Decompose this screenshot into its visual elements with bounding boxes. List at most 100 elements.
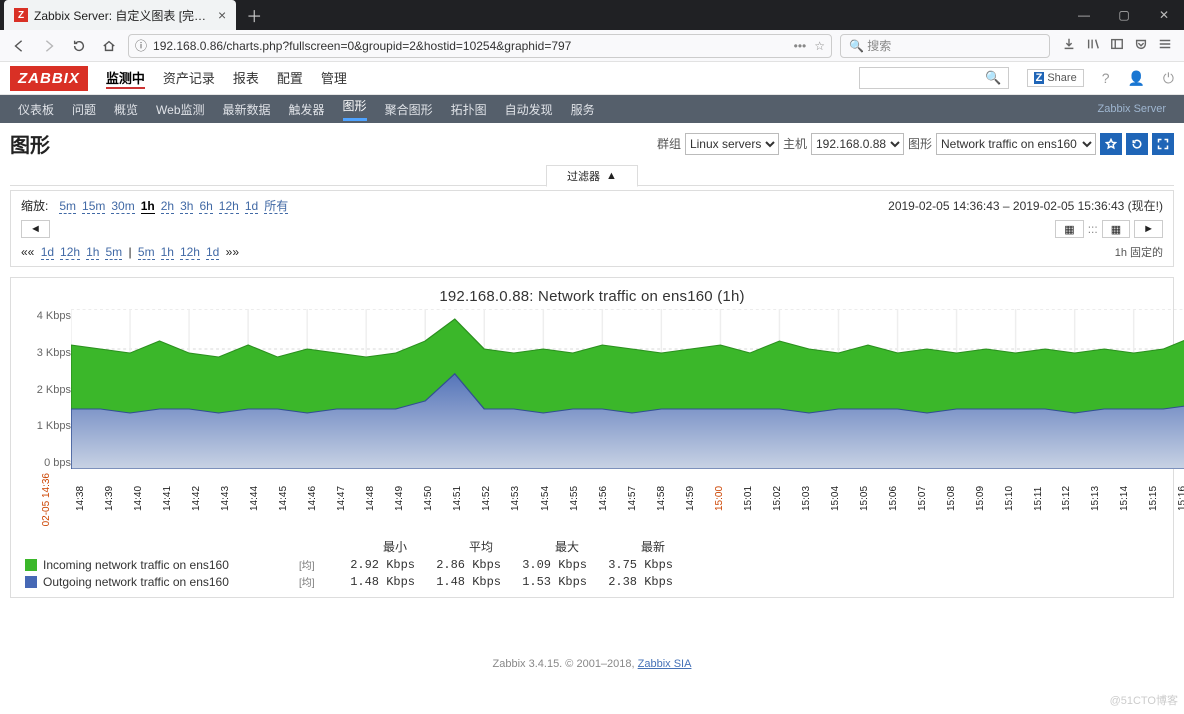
sidebar-icon[interactable] (1110, 37, 1124, 54)
url-text: 192.168.0.86/charts.php?fullscreen=0&gro… (153, 39, 788, 53)
zoom-link[interactable]: 12h (219, 199, 239, 214)
zabbix-search[interactable]: 🔍 (859, 67, 1009, 89)
address-bar[interactable]: ⓘ 192.168.0.86/charts.php?fullscreen=0&g… (128, 34, 832, 58)
more-icon[interactable]: ••• (794, 39, 807, 53)
favorite-button[interactable] (1100, 133, 1122, 155)
time-shift-links: «« 1d12h1h5m | 5m1h12h1d »» (21, 245, 239, 259)
nav-secondary-item[interactable]: 聚合图形 (385, 101, 433, 118)
host-select[interactable]: 192.168.0.88 (811, 133, 904, 155)
server-label: Zabbix Server (1098, 103, 1166, 115)
time-next-button[interactable]: ► (1134, 220, 1163, 238)
power-icon[interactable]: ⏻ (1163, 70, 1174, 87)
info-icon[interactable]: ⓘ (135, 37, 147, 54)
zoom-link[interactable]: 2h (161, 199, 174, 214)
zoom-link[interactable]: 15m (82, 199, 105, 214)
chart-title: 192.168.0.88: Network traffic on ens160 … (21, 288, 1163, 305)
zoom-link[interactable]: 30m (111, 199, 134, 214)
browser-tab[interactable]: Z Zabbix Server: 自定义图表 [完… × (4, 0, 236, 30)
nav-secondary-item[interactable]: 仪表板 (18, 101, 54, 118)
chart-plot[interactable] (71, 309, 1184, 469)
time-prev-button[interactable]: ◄ (21, 220, 50, 238)
filter-tab-label: 过滤器 (567, 168, 600, 184)
zoom-link[interactable]: 6h (199, 199, 212, 214)
nav-secondary-item[interactable]: 拓扑图 (451, 101, 487, 118)
reload-icon[interactable] (68, 35, 90, 57)
star-icon[interactable]: ☆ (814, 39, 825, 53)
nav-secondary-item[interactable]: 概览 (114, 101, 138, 118)
nav-primary-item[interactable]: 管理 (321, 68, 347, 89)
nav-secondary-item[interactable]: Web监测 (156, 101, 204, 118)
shift-link[interactable]: 12h (60, 245, 80, 260)
nav-secondary-item[interactable]: 触发器 (289, 101, 325, 118)
x-axis: 14:3814:3914:4014:4114:4214:4314:4414:45… (71, 469, 1184, 517)
primary-nav: 监测中资产记录报表配置管理 (106, 68, 347, 89)
shift-link[interactable]: 1d (41, 245, 54, 260)
tab-title: Zabbix Server: 自定义图表 [完… (34, 7, 206, 24)
legend-series-name: Incoming network traffic on ens160 (43, 558, 293, 572)
legend-stat: 3.75 Kbps (593, 558, 673, 572)
shift-link[interactable]: 1h (86, 245, 99, 260)
user-icon[interactable]: 👤 (1127, 70, 1144, 87)
legend-swatch (25, 576, 37, 588)
nav-secondary-item[interactable]: 自动发现 (505, 101, 553, 118)
interval-fixed-label: 1h 固定的 (1115, 244, 1163, 260)
nav-primary-item[interactable]: 报表 (233, 68, 259, 89)
home-icon[interactable] (98, 35, 120, 57)
footer-link[interactable]: Zabbix SIA (638, 658, 692, 670)
forward-icon[interactable] (38, 35, 60, 57)
legend-stat: 2.86 Kbps (421, 558, 501, 572)
search-icon: 🔍 (849, 39, 864, 53)
nav-secondary-item[interactable]: 最新数据 (223, 101, 271, 118)
time-filter-panel: 缩放: 5m15m30m1h2h3h6h12h1d所有 2019-02-05 1… (10, 190, 1174, 267)
window-controls: — ▢ ✕ (1064, 0, 1184, 30)
legend-stat: 2.38 Kbps (593, 575, 673, 589)
legend-swatch (25, 559, 37, 571)
footer: Zabbix 3.4.15. © 2001–2018, Zabbix SIA (0, 608, 1184, 680)
shift-link[interactable]: 12h (180, 245, 200, 260)
shift-link[interactable]: 5m (138, 245, 155, 260)
shift-link[interactable]: 1h (161, 245, 174, 260)
nav-primary-item[interactable]: 监测中 (106, 68, 145, 89)
graph-select[interactable]: Network traffic on ens160 (936, 133, 1096, 155)
browser-search[interactable]: 🔍 搜索 (840, 34, 1050, 58)
zoom-link[interactable]: 所有 (264, 199, 288, 214)
help-icon[interactable]: ? (1102, 70, 1110, 86)
nav-secondary-item[interactable]: 服务 (571, 101, 595, 118)
secondary-nav: 仪表板 问题 概览 Web监测 最新数据 触发器 图形 聚合图形 拓扑图 自动发现 服务 Zabbix… (0, 95, 1184, 123)
shift-link[interactable]: 5m (105, 245, 122, 260)
library-icon[interactable] (1086, 37, 1100, 54)
nav-secondary-item[interactable]: 问题 (72, 101, 96, 118)
zabbix-logo[interactable]: ZABBIX (10, 66, 88, 91)
tab-close-icon[interactable]: × (218, 7, 226, 23)
host-label: 主机 (783, 135, 807, 152)
page-header-row: 图形 群组 Linux servers 主机 192.168.0.88 图形 N… (0, 123, 1184, 164)
nav-secondary-item[interactable]: 图形 (343, 97, 367, 121)
zoom-link[interactable]: 1d (245, 199, 258, 214)
new-tab-button[interactable]: ＋ (246, 3, 262, 27)
menu-icon[interactable] (1158, 37, 1172, 54)
calendar-to-button[interactable]: ▦ (1102, 220, 1130, 238)
browser-tabstrip: Z Zabbix Server: 自定义图表 [完… × ＋ — ▢ ✕ (0, 0, 1184, 30)
calendar-from-button[interactable]: ▦ (1055, 220, 1083, 238)
filter-tab[interactable]: 过滤器 ▲ (546, 165, 638, 187)
chart-container: 192.168.0.88: Network traffic on ens160 … (10, 277, 1174, 598)
time-range-text: 2019-02-05 14:36:43 – 2019-02-05 15:36:4… (888, 197, 1163, 214)
share-button[interactable]: ZShare (1027, 69, 1084, 87)
zoom-link[interactable]: 1h (141, 199, 155, 214)
minimize-icon[interactable]: — (1064, 0, 1104, 30)
back-icon[interactable] (8, 35, 30, 57)
zoom-link[interactable]: 5m (59, 199, 76, 214)
nav-primary-item[interactable]: 资产记录 (163, 68, 215, 89)
group-select[interactable]: Linux servers (685, 133, 779, 155)
nav-primary-item[interactable]: 配置 (277, 68, 303, 89)
pocket-icon[interactable] (1134, 37, 1148, 54)
close-window-icon[interactable]: ✕ (1144, 0, 1184, 30)
zoom-link[interactable]: 3h (180, 199, 193, 214)
refresh-button[interactable] (1126, 133, 1148, 155)
fullscreen-button[interactable] (1152, 133, 1174, 155)
legend-stat: 1.48 Kbps (335, 575, 415, 589)
zoom-links: 5m 15m 30m 1h 2h 3h 6h 12h 1d 所有 (56, 197, 291, 214)
download-icon[interactable] (1062, 37, 1076, 54)
maximize-icon[interactable]: ▢ (1104, 0, 1144, 30)
shift-link[interactable]: 1d (206, 245, 219, 260)
